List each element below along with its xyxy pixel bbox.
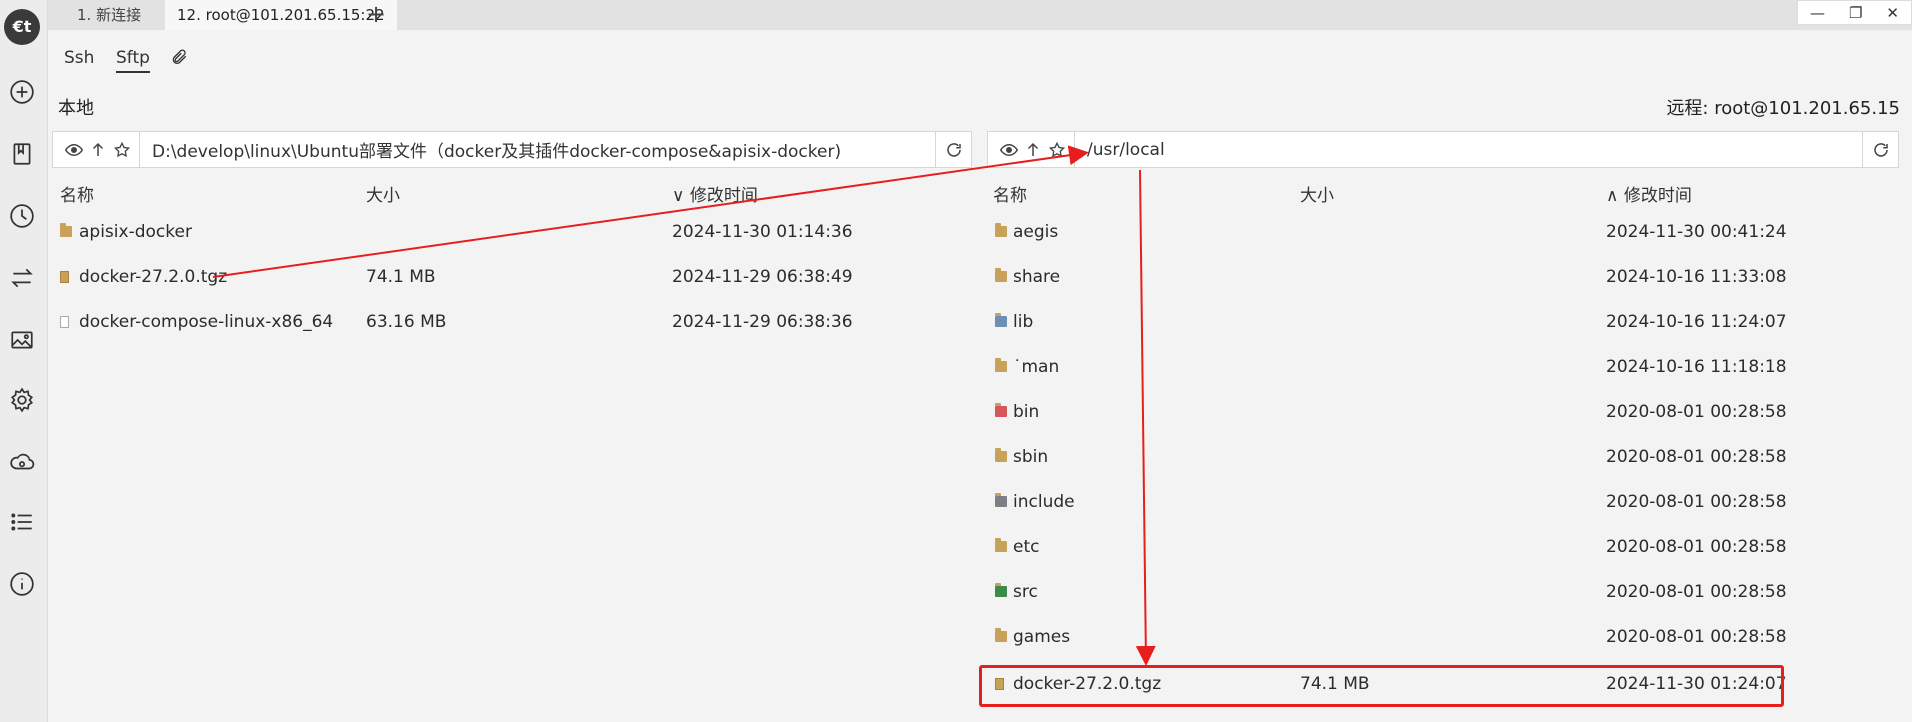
new-connection-icon[interactable]: [6, 76, 38, 108]
eye-icon[interactable]: [65, 141, 83, 159]
file-name: docker-compose-linux-x86_64: [79, 312, 334, 332]
remote-file-row[interactable]: share 2024-10-16 11:33:08: [987, 259, 1897, 295]
eye-icon[interactable]: [1000, 141, 1018, 159]
remote-col-name[interactable]: 名称: [993, 181, 1027, 206]
local-file-row[interactable]: docker-compose-linux-x86_64 63.16 MB 202…: [52, 304, 972, 340]
local-pane-label: 本地: [58, 98, 94, 119]
sftp-tab[interactable]: Sftp: [116, 48, 150, 73]
file-mtime: 2020-08-01 00:28:58: [1606, 402, 1787, 422]
tab-bar: 1. 新连接 12. root@101.201.65.15:22 + — ❐ ✕: [48, 0, 1912, 30]
local-refresh-icon[interactable]: [935, 132, 971, 167]
file-mtime: 2024-11-29 06:38:36: [672, 312, 853, 332]
remote-refresh-icon[interactable]: [1862, 132, 1898, 167]
local-col-name[interactable]: 名称: [60, 181, 94, 206]
file-size: 63.16 MB: [366, 312, 447, 332]
cloud-sync-icon[interactable]: [6, 446, 38, 478]
file-name: share: [1013, 267, 1061, 287]
file-size: 74.1 MB: [366, 267, 436, 287]
file-mtime: 2020-08-01 00:28:58: [1606, 492, 1787, 512]
local-col-mtime[interactable]: ∨ 修改时间: [672, 181, 758, 206]
tab-ssh-session[interactable]: 12. root@101.201.65.15:22: [165, 0, 397, 30]
file-name: etc: [1013, 537, 1040, 557]
file-name: aegis: [1013, 222, 1059, 242]
sort-desc-icon: ∨: [672, 186, 685, 206]
file-name: lib: [1013, 312, 1034, 332]
tab-new-connection[interactable]: 1. 新连接: [65, 0, 153, 30]
file-mtime: 2020-08-01 00:28:58: [1606, 627, 1787, 647]
remote-col-mtime[interactable]: ∧ 修改时间: [1606, 181, 1692, 206]
sort-asc-icon: ∧: [1606, 186, 1619, 206]
file-mtime: 2020-08-01 00:28:58: [1606, 537, 1787, 557]
file-mtime: 2024-10-16 11:24:07: [1606, 312, 1787, 332]
close-button[interactable]: ✕: [1886, 4, 1899, 22]
folder-icon: [995, 538, 1007, 552]
src-folder-icon: [995, 583, 1007, 597]
link-folder-icon: [995, 358, 1007, 372]
local-col-size[interactable]: 大小: [366, 181, 400, 206]
up-arrow-icon[interactable]: [89, 141, 107, 159]
history-icon[interactable]: [6, 200, 38, 232]
local-file-row[interactable]: apisix-docker 2024-11-30 01:14:36: [52, 214, 972, 250]
file-mtime: 2024-10-16 11:18:18: [1606, 357, 1787, 377]
info-icon[interactable]: [6, 568, 38, 600]
up-arrow-icon[interactable]: [1024, 141, 1042, 159]
remote-file-row[interactable]: src 2020-08-01 00:28:58: [987, 574, 1897, 610]
folder-icon: [60, 223, 72, 237]
star-icon[interactable]: [113, 141, 131, 159]
file-name: src: [1013, 582, 1038, 602]
remote-col-size[interactable]: 大小: [1300, 181, 1334, 206]
local-path-input[interactable]: D:\develop\linux\Ubuntu部署文件（docker及其插件do…: [140, 137, 935, 162]
folder-icon: [995, 628, 1007, 642]
remote-file-row[interactable]: sbin 2020-08-01 00:28:58: [987, 439, 1897, 475]
left-sidebar: €t: [0, 0, 48, 722]
file-name: ˙man: [1013, 357, 1060, 377]
remote-path-bar: /usr/local: [987, 131, 1899, 168]
file-mtime: 2020-08-01 00:28:58: [1606, 582, 1787, 602]
highlight-box: [979, 665, 1784, 707]
remote-file-row[interactable]: ˙man 2024-10-16 11:18:18: [987, 349, 1897, 385]
file-name: sbin: [1013, 447, 1049, 467]
local-file-row[interactable]: docker-27.2.0.tgz 74.1 MB 2024-11-29 06:…: [52, 259, 972, 295]
file-mtime: 2024-10-16 11:33:08: [1606, 267, 1787, 287]
file-mtime: 2024-11-29 06:38:49: [672, 267, 853, 287]
remote-file-row[interactable]: etc 2020-08-01 00:28:58: [987, 529, 1897, 565]
star-icon[interactable]: [1048, 141, 1066, 159]
bin-folder-icon: [995, 403, 1007, 417]
remote-pane-label: 远程: root@101.201.65.15: [1666, 98, 1900, 119]
ssh-tab[interactable]: Ssh: [64, 48, 94, 68]
folder-icon: [995, 268, 1007, 282]
file-name: docker-27.2.0.tgz: [79, 267, 228, 287]
app-logo: €t: [4, 9, 40, 45]
file-name: bin: [1013, 402, 1040, 422]
file-icon: [60, 316, 69, 328]
file-name: include: [1013, 492, 1075, 512]
remote-file-row[interactable]: lib 2024-10-16 11:24:07: [987, 304, 1897, 340]
include-folder-icon: [995, 493, 1007, 507]
list-icon[interactable]: [6, 506, 38, 538]
minimize-button[interactable]: —: [1810, 4, 1825, 22]
file-name: apisix-docker: [79, 222, 192, 242]
lib-folder-icon: [995, 313, 1007, 327]
window-controls: — ❐ ✕: [1797, 0, 1912, 25]
remote-file-row[interactable]: games 2020-08-01 00:28:58: [987, 619, 1897, 655]
remote-path-input[interactable]: /usr/local: [1075, 140, 1862, 160]
file-mtime: 2024-11-30 00:41:24: [1606, 222, 1787, 242]
file-name: games: [1013, 627, 1071, 647]
settings-gear-icon[interactable]: [6, 384, 38, 416]
file-mtime: 2020-08-01 00:28:58: [1606, 447, 1787, 467]
attachment-icon[interactable]: [170, 48, 188, 70]
folder-icon: [995, 448, 1007, 462]
bookmark-icon[interactable]: [6, 138, 38, 170]
add-tab-icon[interactable]: +: [366, 1, 386, 27]
image-icon[interactable]: [6, 324, 38, 356]
remote-file-row[interactable]: include 2020-08-01 00:28:58: [987, 484, 1897, 520]
remote-file-row[interactable]: aegis 2024-11-30 00:41:24: [987, 214, 1897, 250]
file-mtime: 2024-11-30 01:14:36: [672, 222, 853, 242]
transfer-icon[interactable]: [6, 262, 38, 294]
local-path-bar: D:\develop\linux\Ubuntu部署文件（docker及其插件do…: [52, 131, 972, 168]
maximize-button[interactable]: ❐: [1849, 4, 1862, 22]
remote-file-row[interactable]: bin 2020-08-01 00:28:58: [987, 394, 1897, 430]
folder-icon: [995, 223, 1007, 237]
archive-icon: [60, 271, 69, 283]
